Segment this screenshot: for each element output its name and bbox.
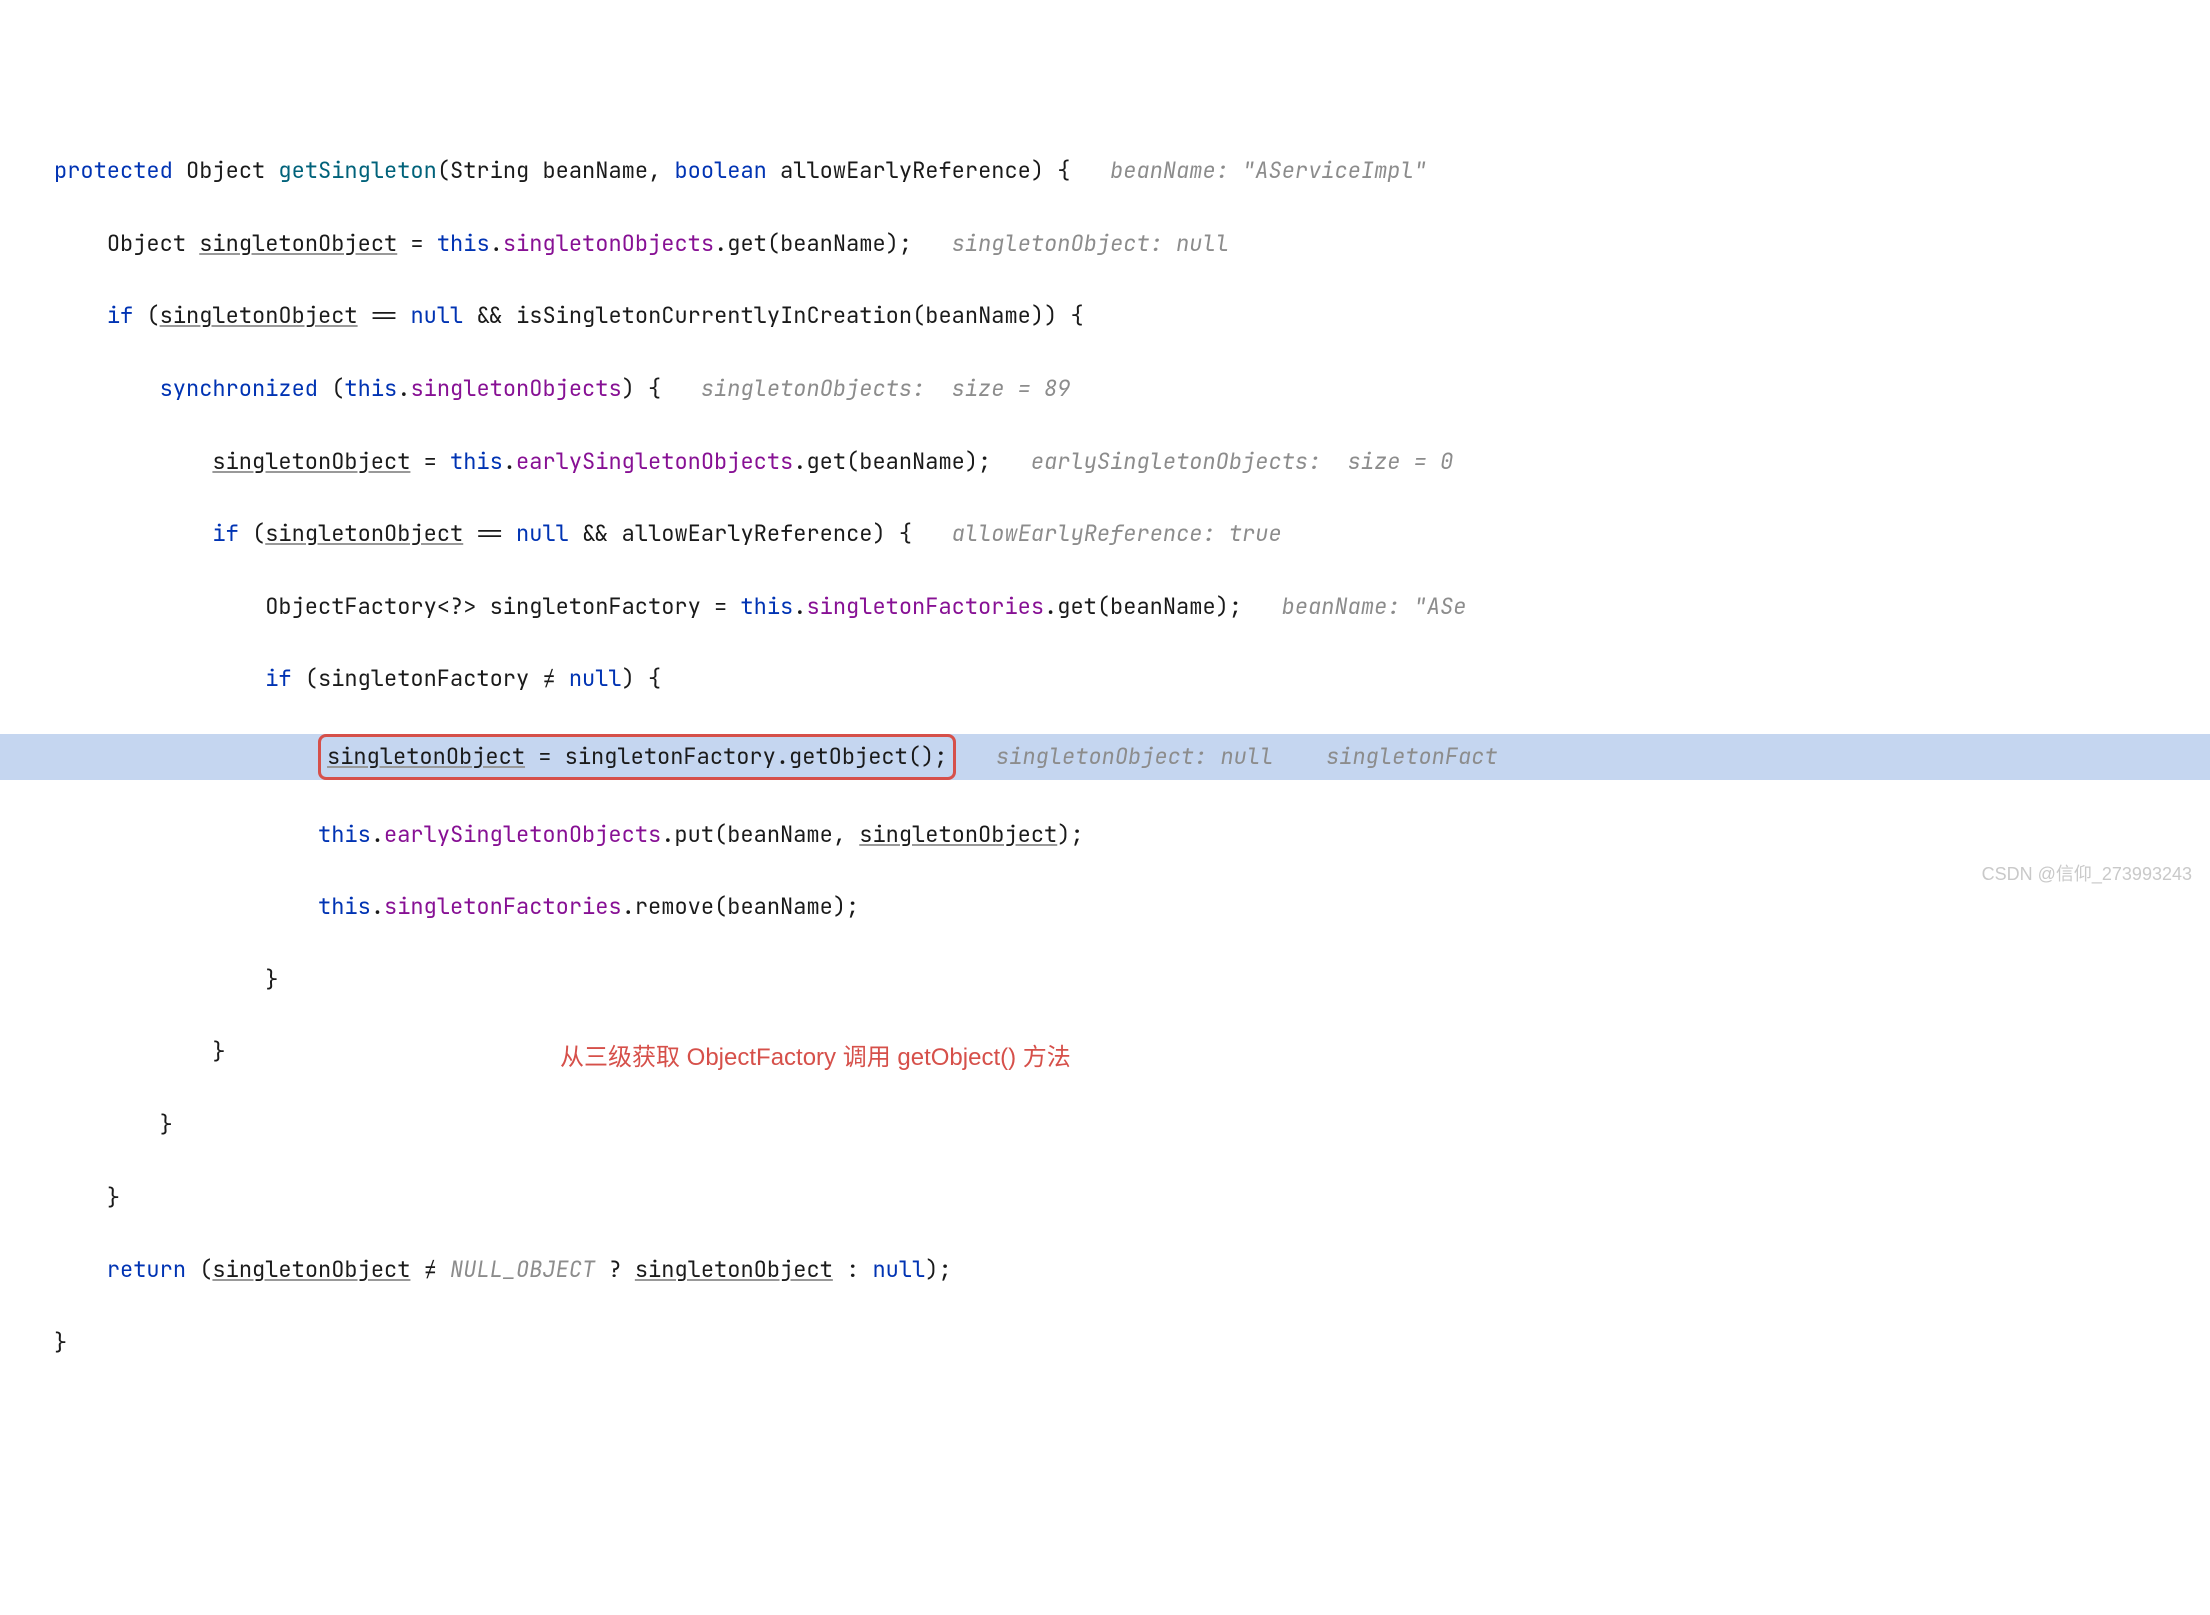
inline-hint: allowEarlyReference: true — [952, 519, 1282, 548]
code-line: if (singletonObject == null && allowEarl… — [0, 516, 2210, 552]
field-earlySingletonObjects: earlySingletonObjects — [384, 820, 661, 849]
code-line: singletonObject = this.earlySingletonObj… — [0, 444, 2210, 480]
field-singletonFactories: singletonFactories — [384, 892, 622, 921]
code-line: ObjectFactory<?> singletonFactory = this… — [0, 589, 2210, 625]
var-singletonObject: singletonObject — [199, 229, 397, 258]
inline-hint: singletonObject: null — [996, 742, 1273, 771]
keyword-boolean: boolean — [674, 156, 766, 185]
method-name: getSingleton — [278, 156, 436, 185]
code-line: if (singletonFactory ≠ null) { — [0, 661, 2210, 697]
annotation-text: 从三级获取 ObjectFactory 调用 getObject() 方法 — [560, 1038, 1071, 1078]
watermark-text: CSDN @信仰_273993243 — [1982, 860, 2192, 890]
field-singletonFactories: singletonFactories — [806, 592, 1044, 621]
code-line: protected Object getSingleton(String bea… — [0, 153, 2210, 189]
keyword-this: this — [450, 447, 503, 476]
field-singletonObjects: singletonObjects — [410, 374, 621, 403]
inline-hint: singletonObject: null — [952, 229, 1229, 258]
param-name: allowEarlyReference — [780, 156, 1031, 185]
keyword-this: this — [344, 374, 397, 403]
code-line: } — [0, 1180, 2210, 1216]
code-line: }从三级获取 ObjectFactory 调用 getObject() 方法 — [0, 1034, 2210, 1070]
keyword-synchronized: synchronized — [160, 374, 318, 403]
inline-hint: beanName: "ASe — [1282, 592, 1467, 621]
inline-hint: singletonFact — [1326, 742, 1498, 771]
keyword-this: this — [318, 892, 371, 921]
keyword-if: if — [212, 519, 238, 548]
param-name: beanName — [542, 156, 648, 185]
code-line-current: singletonObject = singletonFactory.getOb… — [0, 734, 2210, 780]
keyword-this: this — [740, 592, 793, 621]
var-singletonObject: singletonObject — [212, 447, 410, 476]
keyword-this: this — [437, 229, 490, 258]
keyword-if: if — [107, 301, 133, 330]
type-objectfactory: ObjectFactory<?> — [265, 592, 476, 621]
var-singletonObject: singletonObject — [160, 301, 358, 330]
keyword-if: if — [265, 664, 291, 693]
code-line: } — [0, 1325, 2210, 1361]
code-line: } — [0, 1107, 2210, 1143]
highlighted-expression: singletonObject = singletonFactory.getOb… — [318, 734, 956, 780]
code-line: this.earlySingletonObjects.put(beanName,… — [0, 817, 2210, 853]
inline-hint: earlySingletonObjects: size = 0 — [1031, 447, 1453, 476]
keyword-null: null — [516, 519, 569, 548]
var-singletonObject: singletonObject — [212, 1255, 410, 1284]
code-line: Object singletonObject = this.singletonO… — [0, 226, 2210, 262]
code-line: } — [0, 962, 2210, 998]
var-singletonObject: singletonObject — [327, 742, 525, 771]
field-earlySingletonObjects: earlySingletonObjects — [516, 447, 793, 476]
keyword-null: null — [872, 1255, 925, 1284]
keyword-null: null — [569, 664, 622, 693]
var-singletonObject: singletonObject — [635, 1255, 833, 1284]
field-singletonObjects: singletonObjects — [503, 229, 714, 258]
keyword-return: return — [107, 1255, 186, 1284]
code-line: synchronized (this.singletonObjects) { s… — [0, 371, 2210, 407]
keyword-null: null — [410, 301, 463, 330]
keyword-this: this — [318, 820, 371, 849]
inline-hint: beanName: "AServiceImpl" — [1110, 156, 1427, 185]
code-line: if (singletonObject == null && isSinglet… — [0, 298, 2210, 334]
type-object: Object — [107, 229, 186, 258]
code-line: return (singletonObject ≠ NULL_OBJECT ? … — [0, 1252, 2210, 1288]
var-singletonObject: singletonObject — [265, 519, 463, 548]
const-null-object: NULL_OBJECT — [450, 1255, 595, 1284]
code-line: this.singletonFactories.remove(beanName)… — [0, 889, 2210, 925]
keyword-protected: protected — [54, 156, 173, 185]
param-type: String — [450, 156, 529, 185]
inline-hint: singletonObjects: size = 89 — [701, 374, 1071, 403]
var-singletonObject: singletonObject — [859, 820, 1057, 849]
type-object: Object — [186, 156, 265, 185]
